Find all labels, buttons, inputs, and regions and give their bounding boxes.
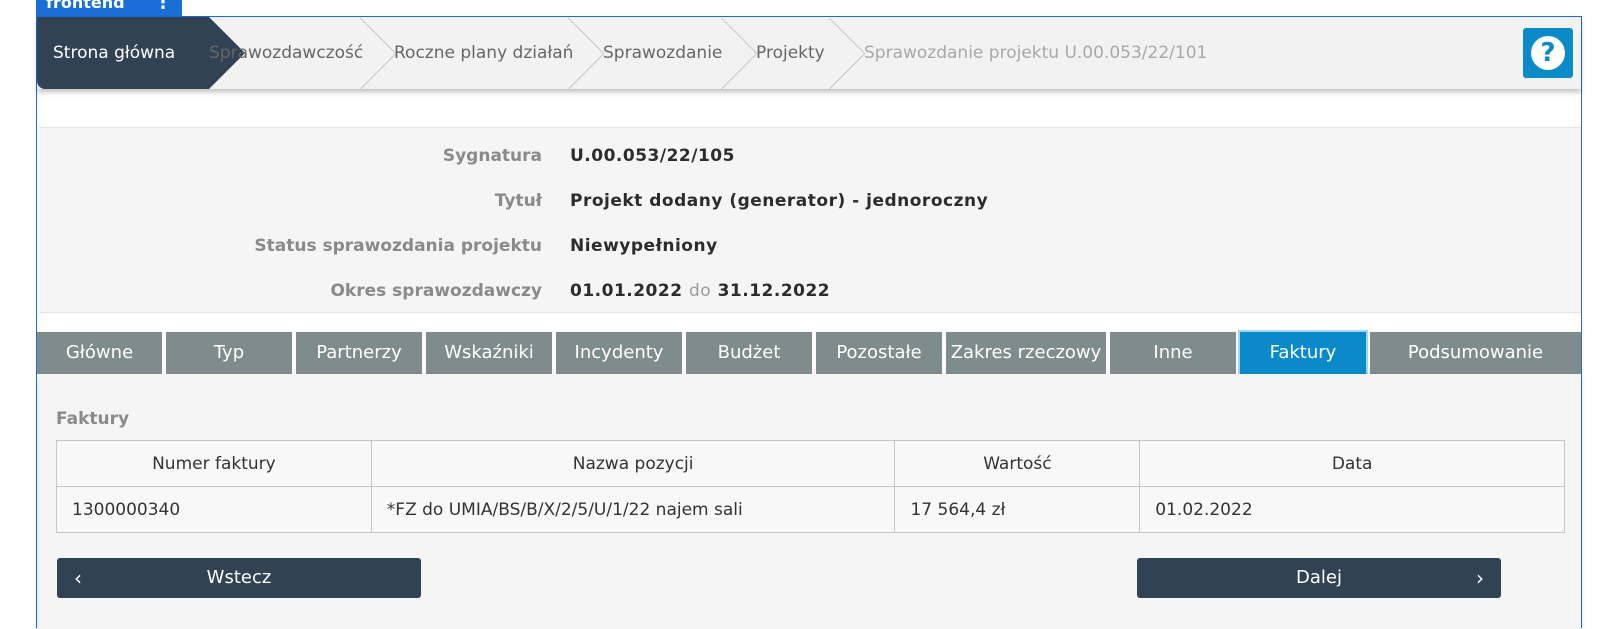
invoice-value: 17 564,4 zł xyxy=(894,486,1141,533)
tab-wskazniki[interactable]: Wskaźniki xyxy=(426,332,552,374)
column-header: Nazwa pozycji xyxy=(370,440,896,487)
app-frame: Strona główna Sprawozdawczość Roczne pla… xyxy=(36,16,1582,629)
back-button-label: Wstecz xyxy=(206,567,272,588)
invoice-date: 01.02.2022 xyxy=(1139,486,1565,533)
help-icon: ? xyxy=(1531,36,1565,70)
invoices-panel: Faktury Numer faktury Nazwa pozycji Wart… xyxy=(39,374,1581,629)
breadcrumb: Strona główna Sprawozdawczość Roczne pla… xyxy=(37,17,1581,89)
signature-label: Sygnatura xyxy=(442,146,542,166)
breadcrumb-item-sprawozdawczosc[interactable]: Sprawozdawczość xyxy=(209,17,363,89)
chevron-left-icon: ‹ xyxy=(74,566,82,590)
column-header: Wartość xyxy=(894,440,1141,487)
status-value: Niewypełniony xyxy=(570,236,718,256)
tab-pozostale[interactable]: Pozostałe xyxy=(816,332,942,374)
info-row-signature: Sygnatura U.00.053/22/105 xyxy=(39,146,1581,192)
status-label: Status sprawozdania projektu xyxy=(254,236,542,256)
period-separator: do xyxy=(688,281,712,301)
breadcrumb-item-projekty[interactable]: Projekty xyxy=(756,17,825,89)
tab-faktury[interactable]: Faktury xyxy=(1240,332,1366,374)
next-button-label: Dalej xyxy=(1296,567,1342,588)
invoices-table: Numer faktury Nazwa pozycji Wartość Data… xyxy=(56,440,1565,533)
breadcrumb-current: Sprawozdanie projektu U.00.053/22/101 xyxy=(864,43,1208,63)
tab-glowne[interactable]: Główne xyxy=(37,332,162,374)
table-header-row: Numer faktury Nazwa pozycji Wartość Data xyxy=(56,440,1565,487)
tab-zakres-rzeczowy[interactable]: Zakres rzeczowy xyxy=(946,332,1106,374)
environment-badge[interactable]: frontend ⋮ xyxy=(36,0,182,16)
help-button[interactable]: ? xyxy=(1523,28,1573,78)
tab-podsumowanie[interactable]: Podsumowanie xyxy=(1370,332,1581,374)
section-title: Faktury xyxy=(56,409,130,429)
environment-label: frontend xyxy=(46,0,125,12)
tab-incydenty[interactable]: Incydenty xyxy=(556,332,682,374)
section-tabs: Główne Typ Partnerzy Wskaźniki Incydenty… xyxy=(37,332,1581,374)
tab-typ[interactable]: Typ xyxy=(166,332,292,374)
tab-inne[interactable]: Inne xyxy=(1110,332,1236,374)
column-header: Data xyxy=(1139,440,1565,487)
back-button[interactable]: ‹ Wstecz xyxy=(57,558,421,598)
column-header: Numer faktury xyxy=(56,440,372,487)
next-button[interactable]: Dalej › xyxy=(1137,558,1501,598)
signature-value: U.00.053/22/105 xyxy=(570,146,735,166)
breadcrumb-home[interactable]: Strona główna xyxy=(37,17,209,89)
title-value: Projekt dodany (generator) - jednoroczny xyxy=(570,191,989,211)
period-label: Okres sprawozdawczy xyxy=(330,281,542,301)
invoice-item-name: *FZ do UMIA/BS/B/X/2/5/U/1/22 najem sali xyxy=(370,486,896,533)
table-row[interactable]: 1300000340 *FZ do UMIA/BS/B/X/2/5/U/1/22… xyxy=(56,486,1565,533)
breadcrumb-item-roczne-plany[interactable]: Roczne plany działań xyxy=(394,17,573,89)
invoice-number: 1300000340 xyxy=(56,486,372,533)
info-row-status: Status sprawozdania projektu Niewypełnio… xyxy=(39,236,1581,282)
info-row-title: Tytuł Projekt dodany (generator) - jedno… xyxy=(39,191,1581,237)
breadcrumb-item-sprawozdanie[interactable]: Sprawozdanie xyxy=(603,17,722,89)
period-from: 01.01.2022 xyxy=(570,281,683,301)
chevron-right-icon: › xyxy=(1476,566,1484,590)
tab-budzet[interactable]: Budżet xyxy=(686,332,812,374)
kebab-icon[interactable]: ⋮ xyxy=(154,0,172,13)
report-info-panel: Sygnatura U.00.053/22/105 Tytuł Projekt … xyxy=(39,127,1581,313)
period-to: 31.12.2022 xyxy=(717,281,831,301)
info-row-period: Okres sprawozdawczy 01.01.2022 do 31.12.… xyxy=(39,281,1581,327)
period-value: 01.01.2022 do 31.12.2022 xyxy=(570,281,830,301)
tab-partnerzy[interactable]: Partnerzy xyxy=(296,332,422,374)
title-label: Tytuł xyxy=(494,191,542,211)
